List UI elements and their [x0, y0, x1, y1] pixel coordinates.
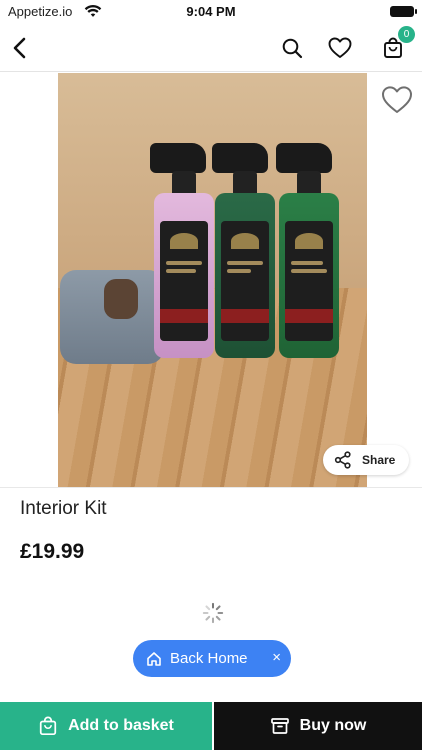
wishlist-button[interactable]: [324, 32, 356, 64]
share-icon: [334, 451, 351, 469]
chevron-left-icon: [13, 37, 26, 59]
basket-button[interactable]: 0: [377, 26, 415, 64]
buy-now-button[interactable]: Buy now: [214, 702, 422, 750]
battery-icon: [390, 6, 417, 17]
back-button[interactable]: [4, 32, 36, 64]
home-icon: [146, 651, 162, 667]
product-image[interactable]: [58, 73, 367, 487]
nav-bar: 0: [0, 24, 422, 72]
divider: [0, 487, 422, 488]
buy-now-label: Buy now: [299, 717, 367, 734]
image-trigger: [212, 143, 268, 173]
image-brush: [104, 279, 138, 319]
add-to-basket-button[interactable]: Add to basket: [0, 702, 212, 750]
image-bottle: [215, 193, 275, 358]
status-time: 9:04 PM: [186, 4, 236, 19]
back-home-button[interactable]: Back Home ×: [133, 640, 291, 677]
back-home-label: Back Home: [170, 650, 248, 667]
share-button[interactable]: Share: [323, 445, 409, 475]
image-bottle: [154, 193, 214, 358]
loading-spinner-icon: [202, 602, 224, 624]
search-button[interactable]: [276, 32, 308, 64]
add-to-basket-label: Add to basket: [68, 717, 174, 734]
image-bottle: [279, 193, 339, 358]
back-home-close-button[interactable]: ×: [272, 649, 281, 666]
search-icon: [282, 38, 303, 59]
archive-box-icon: [270, 718, 289, 734]
product-title: Interior Kit: [20, 498, 107, 519]
heart-icon: [328, 37, 352, 58]
image-wishlist-button[interactable]: [379, 82, 415, 118]
shopping-bag-icon: [39, 716, 57, 736]
image-trigger: [276, 143, 332, 173]
image-trigger: [150, 143, 206, 173]
status-bar: Appetize.io 9:04 PM: [0, 0, 422, 24]
bottom-action-bar: Add to basket Buy now: [0, 702, 422, 750]
product-price: £19.99: [20, 540, 85, 563]
heart-icon: [382, 86, 412, 113]
share-label: Share: [362, 453, 396, 467]
basket-count-badge: 0: [398, 26, 415, 43]
